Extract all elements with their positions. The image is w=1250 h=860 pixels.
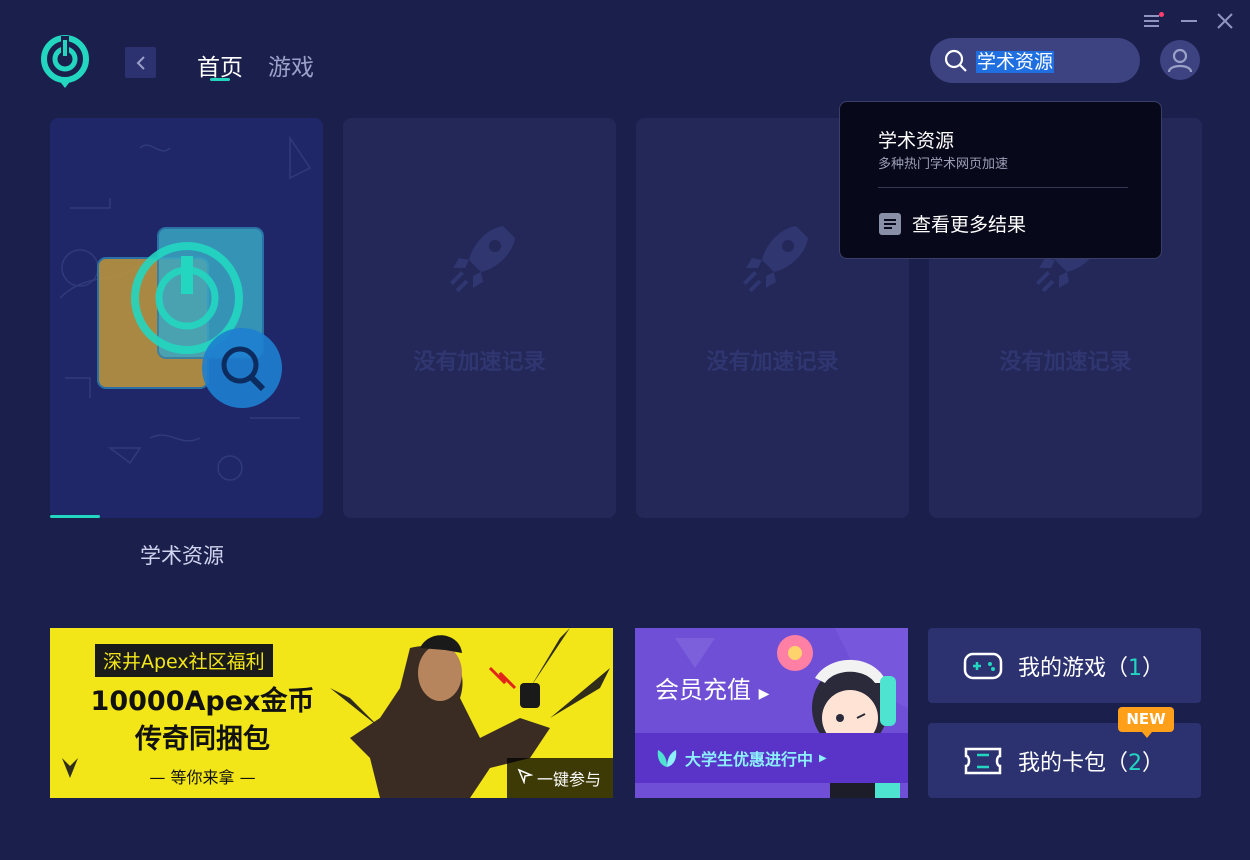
card-label-academic: 学术资源 — [140, 544, 224, 568]
vip-title-text: 会员充值 — [655, 676, 751, 704]
document-icon — [879, 212, 901, 235]
apex-headline: 10000Apex金币 传奇同捆包 — [90, 683, 315, 759]
tab-games[interactable]: 游戏 — [268, 48, 314, 82]
user-icon — [1167, 48, 1193, 73]
vip-recharge-banner[interactable]: 会员充值 ▶ 大学生优惠进行中 ▶ — [635, 628, 908, 798]
vip-promo-strip: 大学生优惠进行中 ▶ — [635, 733, 908, 783]
apex-promo-banner[interactable]: 深井Apex社区福利 10000Apex金币 传奇同捆包 — 等你来拿 — 一键… — [50, 628, 613, 798]
academic-resources-art-icon — [59, 135, 312, 481]
my-cards-text: 我的卡包（ — [1018, 750, 1129, 776]
my-games-count: 1 — [1128, 655, 1143, 681]
tab-home[interactable]: 首页 — [197, 48, 243, 82]
search-icon — [944, 49, 967, 72]
empty-record-text: 没有加速记录 — [999, 350, 1132, 375]
my-games-button[interactable]: 我的游戏（1） — [928, 628, 1201, 703]
search-input-value: 学术资源 — [976, 51, 1055, 73]
my-games-close: ） — [1142, 655, 1165, 681]
my-cards-label: 我的卡包（2） — [1018, 745, 1164, 777]
rocket-icon — [742, 226, 808, 293]
chevron-left-icon — [136, 55, 145, 70]
ticket-icon — [964, 747, 1002, 774]
search-dropdown: 学术资源 多种热门学术网页加速 查看更多结果 — [839, 101, 1162, 259]
my-cards-button[interactable]: 我的卡包（2） — [928, 723, 1201, 798]
cursor-icon — [517, 768, 533, 784]
notification-dot — [1159, 12, 1164, 17]
gamepad-icon — [963, 652, 1003, 679]
empty-record-text: 没有加速记录 — [706, 350, 839, 375]
back-button[interactable] — [125, 47, 156, 78]
search-result-desc: 多种热门学术网页加速 — [878, 157, 1009, 172]
apex-line-2: 传奇同捆包 — [135, 724, 270, 755]
new-badge: NEW — [1118, 707, 1174, 738]
window-controls — [1142, 10, 1236, 32]
chevron-right-icon: ▶ — [819, 752, 827, 764]
apex-tag: 深井Apex社区福利 — [95, 644, 273, 677]
card-active-indicator — [50, 515, 100, 518]
my-cards-close: ） — [1142, 750, 1165, 776]
empty-card: 没有加速记录 — [343, 118, 616, 518]
dropdown-divider — [878, 187, 1128, 188]
apex-join-button[interactable]: 一键参与 — [506, 758, 613, 798]
my-games-label: 我的游戏（1） — [1018, 650, 1164, 682]
vip-title: 会员充值 ▶ — [655, 670, 769, 705]
search-result-title[interactable]: 学术资源 — [878, 126, 954, 153]
chevron-right-icon: ▶ — [758, 686, 770, 702]
search-box[interactable]: 学术资源 — [930, 38, 1140, 83]
game-card-academic[interactable] — [50, 118, 323, 518]
apex-line-1: 10000Apex金币 — [90, 686, 315, 717]
apex-join-label: 一键参与 — [536, 770, 601, 789]
my-games-text: 我的游戏（ — [1018, 655, 1129, 681]
vip-strip-text: 大学生优惠进行中 — [685, 750, 814, 769]
app-logo-icon — [40, 34, 90, 90]
more-results-button[interactable]: 查看更多结果 — [878, 210, 1026, 237]
apex-subtitle: — 等你来拿 — — [149, 768, 256, 787]
minimize-icon[interactable] — [1178, 10, 1200, 32]
more-results-label: 查看更多结果 — [912, 214, 1027, 236]
close-icon[interactable] — [1214, 10, 1236, 32]
empty-record-text: 没有加速记录 — [413, 350, 546, 375]
my-cards-count: 2 — [1128, 750, 1143, 776]
rocket-icon — [449, 226, 515, 293]
menu-icon[interactable] — [1142, 10, 1164, 32]
search-input[interactable]: 学术资源 — [976, 47, 1055, 74]
tab-active-indicator — [210, 78, 230, 81]
user-avatar[interactable] — [1160, 40, 1200, 80]
leaf-icon — [657, 750, 677, 767]
